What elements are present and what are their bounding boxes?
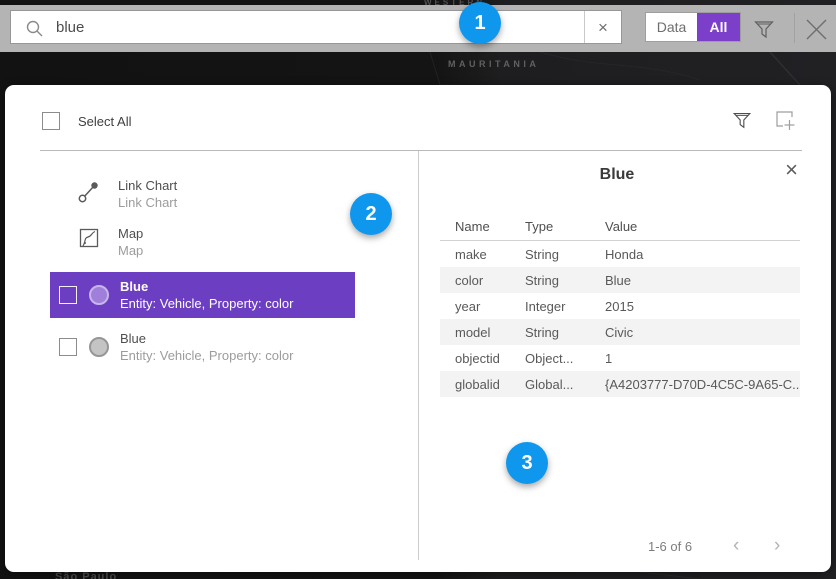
cell-value: Blue [605,273,800,288]
results-panel: Select All Link Chart Link Chart [5,85,831,572]
cell-name: color [455,273,525,288]
cell-name: make [455,247,525,262]
column-header-name: Name [455,219,525,234]
result-title: Map [118,226,143,241]
result-checkbox[interactable] [59,338,77,356]
pagination: 1-6 of 6 ‹ › [418,535,816,559]
entity-circle-icon [89,337,109,357]
cell-type: String [525,247,605,262]
map-label-mauritania: MAURITANIA [448,59,539,69]
result-title: Link Chart [118,178,177,193]
result-subtitle: Link Chart [118,195,177,210]
panel-filter-icon[interactable] [731,109,753,131]
cell-name: objectid [455,351,525,366]
table-row: year Integer 2015 [440,293,800,319]
cell-value: Civic [605,325,800,340]
result-checkbox[interactable] [59,286,77,304]
search-box: × [10,10,622,44]
result-subtitle: Map [118,243,143,258]
entity-circle-icon [89,285,109,305]
result-title: Blue [120,279,293,294]
map-label-sao-paulo: São Paulo [55,571,117,579]
callout-badge-2: 2 [350,193,392,235]
cell-type: Global... [525,377,605,392]
add-to-selection-icon[interactable] [773,108,797,132]
result-item-map[interactable]: Map Map [50,226,355,264]
cell-name: model [455,325,525,340]
pagination-next-icon[interactable]: › [774,535,780,557]
pagination-count: 1-6 of 6 [648,539,692,554]
cell-value: Honda [605,247,800,262]
app-screen: WESTERN MAURITANIA São Paulo × Data All [0,0,836,579]
cell-type: String [525,273,605,288]
cell-name: year [455,299,525,314]
scope-data-button[interactable]: Data [646,13,697,41]
cell-type: String [525,325,605,340]
cell-value: {A4203777-D70D-4C5C-9A65-C... [605,377,800,392]
search-icon [25,19,44,38]
table-row: globalid Global... {A4203777-D70D-4C5C-9… [440,371,800,397]
link-chart-icon [77,180,101,204]
cell-name: globalid [455,377,525,392]
cell-value: 1 [605,351,800,366]
close-search-icon[interactable] [803,16,830,43]
scope-toggle: Data All [645,12,741,42]
table-row: color String Blue [440,267,800,293]
result-item-link-chart[interactable]: Link Chart Link Chart [50,178,355,216]
select-all-label: Select All [78,114,131,129]
result-item-blue-selected[interactable]: Blue Entity: Vehicle, Property: color [50,272,355,318]
attribute-table: Name Type Value make String Honda color … [440,213,800,397]
callout-badge-1: 1 [459,2,501,44]
pagination-prev-icon[interactable]: ‹ [733,535,739,557]
cell-type: Integer [525,299,605,314]
search-toolbar: × Data All [0,5,836,52]
attribute-table-header: Name Type Value [440,213,800,241]
clear-search-button[interactable]: × [584,11,621,43]
toolbar-divider [794,13,795,43]
result-item-blue[interactable]: Blue Entity: Vehicle, Property: color [50,324,355,370]
detail-close-icon[interactable]: × [785,159,798,181]
result-subtitle: Entity: Vehicle, Property: color [120,348,293,363]
table-row: model String Civic [440,319,800,345]
column-header-value: Value [605,219,800,234]
result-title: Blue [120,331,293,346]
column-header-type: Type [525,219,605,234]
cell-value: 2015 [605,299,800,314]
detail-title: Blue [418,166,816,184]
cell-type: Object... [525,351,605,366]
callout-badge-3: 3 [506,442,548,484]
select-all-checkbox[interactable] [42,112,60,130]
result-subtitle: Entity: Vehicle, Property: color [120,296,293,311]
filter-icon[interactable] [752,17,776,41]
scope-all-button[interactable]: All [697,13,740,41]
table-row: make String Honda [440,241,800,267]
detail-panel: Blue × Name Type Value make String Honda… [418,150,816,560]
map-icon [79,228,99,248]
table-row: objectid Object... 1 [440,345,800,371]
